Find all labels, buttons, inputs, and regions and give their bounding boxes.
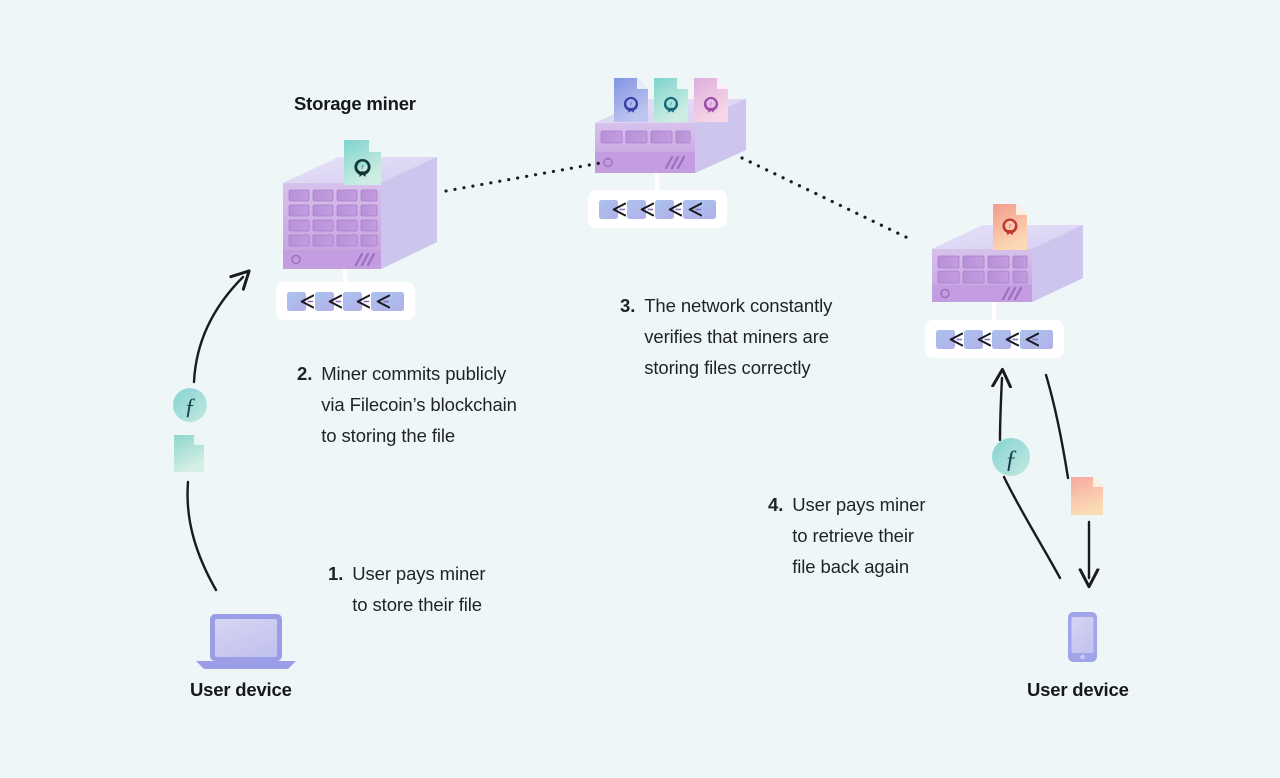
curve-miner-to-file-right [1044,373,1070,480]
dotted-link-left-to-center [444,161,602,193]
step-4-number: 4. [768,494,784,515]
arrow-user-to-miner [192,277,243,384]
curve-device-to-token [186,480,218,592]
step-1-number: 1. [328,563,344,584]
storage-miner-label: Storage miner [294,93,416,114]
step-3-text: The network constantly verifies that min… [644,290,832,383]
step-2: 2. Miner commits publicly via Filecoin’s… [297,358,517,451]
storage-miner-blockchain [276,282,415,320]
arrow-device-to-miner-right [1000,378,1002,442]
svg-text:ƒ: ƒ [630,102,633,107]
retrieval-blockchain [925,320,1064,358]
diagram-canvas: ƒ ƒ ƒ ƒ ƒ ƒ ƒ Storage miner User device … [0,0,1280,778]
step-2-line-1: Miner commits publicly [321,363,507,384]
svg-text:ƒ: ƒ [1009,224,1012,230]
curve-token-down-right [1002,475,1062,580]
filecoin-token-left-icon: ƒ [173,388,207,422]
step-2-line-3: to storing the file [321,425,456,446]
svg-text:ƒ: ƒ [670,102,673,107]
svg-text:ƒ: ƒ [361,165,364,171]
svg-text:ƒ: ƒ [1005,446,1018,473]
retrieval-miner-server-illustration: ƒ [925,204,1083,358]
step-3-line-2: verifies that miners are [644,326,829,347]
svg-text:ƒ: ƒ [184,394,196,419]
step-3-number: 3. [620,295,636,316]
step-1-line-1: User pays miner [352,563,486,584]
step-2-number: 2. [297,363,313,384]
laptop-icon [196,614,296,669]
step-1: 1. User pays miner to store their file [328,558,486,620]
sealed-document-teal-mid: ƒ [654,78,688,122]
step-4: 4. User pays miner to retrieve their fil… [768,489,926,582]
step-4-line-2: to retrieve their [792,525,914,546]
step-4-line-1: User pays miner [792,494,926,515]
step-3-line-1: The network constantly [644,295,833,316]
network-blockchain [588,190,727,228]
phone-icon [1068,612,1097,662]
sealed-document-teal: ƒ [344,140,381,185]
step-4-text: User pays miner to retrieve their file b… [792,489,925,582]
network-server-illustration: ƒ ƒ ƒ [588,78,746,228]
step-1-text: User pays miner to store their file [352,558,485,620]
step-1-line-2: to store their file [352,594,482,615]
storage-miner-server-illustration: ƒ [276,140,437,320]
diagram-graphics: ƒ ƒ ƒ ƒ ƒ ƒ ƒ [173,78,1103,669]
step-4-line-3: file back again [792,556,910,577]
svg-text:ƒ: ƒ [710,102,713,107]
dotted-link-center-to-right [740,156,914,242]
file-upload-icon [174,435,204,472]
step-2-line-2: via Filecoin’s blockchain [321,394,517,415]
step-2-text: Miner commits publicly via Filecoin’s bl… [321,358,517,451]
file-retrieve-icon [1071,477,1103,515]
user-device-left-label: User device [190,679,292,700]
step-3-line-3: storing files correctly [644,357,811,378]
filecoin-token-right-icon: ƒ [992,438,1030,476]
sealed-document-salmon: ƒ [993,204,1027,250]
sealed-document-pink: ƒ [694,78,728,122]
user-device-right-label: User device [1027,679,1129,700]
step-3: 3. The network constantly verifies that … [620,290,832,383]
sealed-document-blue: ƒ [614,78,648,122]
